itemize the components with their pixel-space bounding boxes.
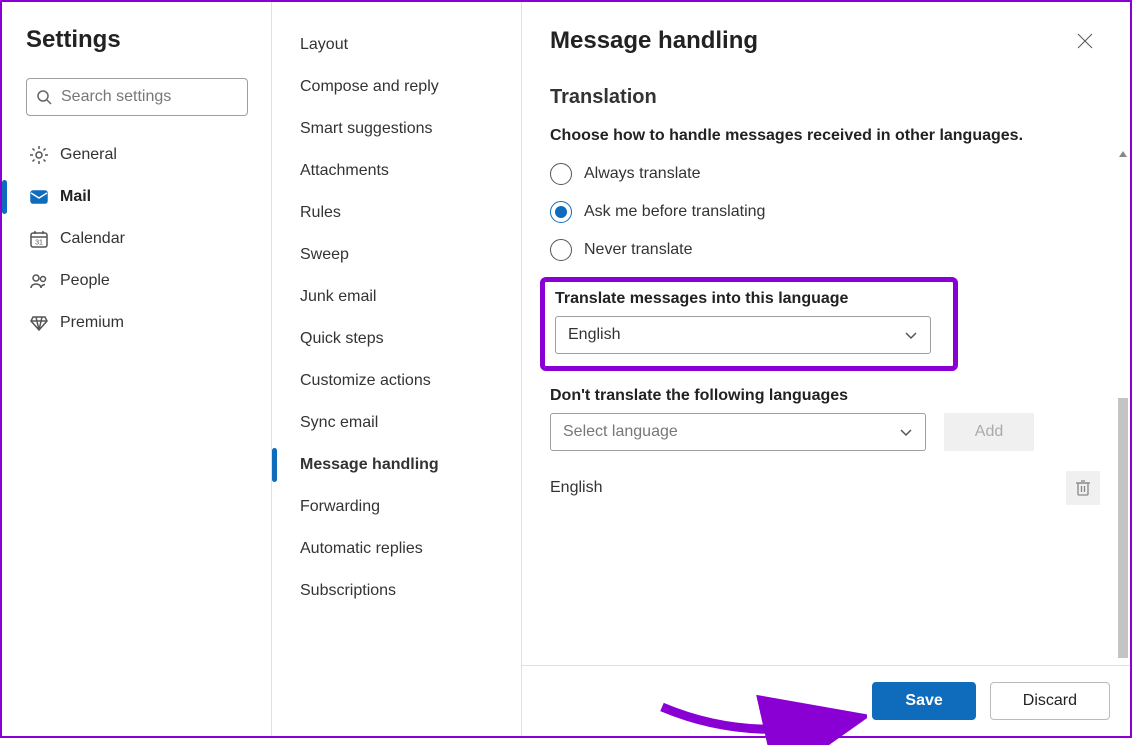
subnav-item-label: Rules [300, 204, 341, 222]
subnav-item-sweep[interactable]: Sweep [290, 234, 503, 276]
trash-icon [1075, 479, 1091, 497]
target-language-label: Translate messages into this language [555, 290, 943, 308]
radio-option-never[interactable]: Never translate [550, 239, 1100, 261]
search-settings-field[interactable] [26, 78, 257, 116]
subnav-item-attachments[interactable]: Attachments [290, 150, 503, 192]
delete-language-button[interactable] [1066, 471, 1100, 505]
panel-footer: Save Discard [522, 665, 1130, 736]
main-panel: Message handling Translation Choose how … [522, 2, 1130, 736]
subnav-item-label: Layout [300, 36, 348, 54]
translation-description: Choose how to handle messages received i… [550, 127, 1100, 145]
subnav-item-label: Junk email [300, 288, 376, 306]
radio-option-always[interactable]: Always translate [550, 163, 1100, 185]
target-language-value: English [568, 326, 620, 344]
close-icon [1077, 33, 1093, 49]
subnav-item-forwarding[interactable]: Forwarding [290, 486, 503, 528]
exclude-language-select[interactable]: Select language [550, 413, 926, 451]
sidebar-item-label: Calendar [60, 230, 125, 248]
gear-icon [28, 144, 50, 166]
subnav-item-subscriptions[interactable]: Subscriptions [290, 570, 503, 612]
radio-icon [550, 201, 572, 223]
radio-option-ask[interactable]: Ask me before translating [550, 201, 1100, 223]
subnav-item-label: Compose and reply [300, 78, 439, 96]
subnav-item-automatic-replies[interactable]: Automatic replies [290, 528, 503, 570]
subnav-item-label: Forwarding [300, 498, 380, 516]
target-language-highlight: Translate messages into this language En… [540, 277, 958, 371]
sidebar-item-label: Mail [60, 188, 91, 206]
radio-icon [550, 239, 572, 261]
subnav-item-label: Attachments [300, 162, 389, 180]
subnav-item-label: Quick steps [300, 330, 384, 348]
settings-title: Settings [26, 26, 257, 54]
subnav-item-sync-email[interactable]: Sync email [290, 402, 503, 444]
sidebar-item-label: General [60, 146, 117, 164]
subnav-item-label: Smart suggestions [300, 120, 433, 138]
subnav-item-label: Message handling [300, 456, 439, 474]
subnav-item-label: Sweep [300, 246, 349, 264]
subnav-item-quick-steps[interactable]: Quick steps [290, 318, 503, 360]
radio-label: Always translate [584, 165, 701, 183]
subnav-item-label: Automatic replies [300, 540, 423, 558]
exclude-language-placeholder: Select language [563, 423, 678, 441]
svg-text:31: 31 [35, 240, 43, 247]
subnav-item-label: Customize actions [300, 372, 431, 390]
target-language-select[interactable]: English [555, 316, 931, 354]
discard-button[interactable]: Discard [990, 682, 1110, 720]
calendar-icon: 31 [28, 228, 50, 250]
search-settings-input[interactable] [26, 78, 248, 116]
subnav-item-rules[interactable]: Rules [290, 192, 503, 234]
subnav-item-message-handling[interactable]: Message handling [290, 444, 503, 486]
sidebar-item-mail[interactable]: Mail [26, 176, 257, 218]
radio-icon [550, 163, 572, 185]
chevron-down-icon [904, 328, 918, 342]
subnav-item-layout[interactable]: Layout [290, 24, 503, 66]
scrollbar-thumb[interactable] [1118, 398, 1128, 658]
subnav-item-smart-suggestions[interactable]: Smart suggestions [290, 108, 503, 150]
settings-sidebar: Settings General Mail 31 Calendar People Prem… [2, 2, 272, 736]
subnav-item-compose-reply[interactable]: Compose and reply [290, 66, 503, 108]
diamond-icon [28, 312, 50, 334]
section-title-translation: Translation [550, 86, 1100, 109]
close-button[interactable] [1070, 26, 1100, 56]
excluded-language-row: English [550, 471, 1100, 505]
subnav-item-customize-actions[interactable]: Customize actions [290, 360, 503, 402]
people-icon [28, 270, 50, 292]
mail-icon [28, 186, 50, 208]
subnav-item-label: Sync email [300, 414, 378, 432]
sidebar-item-premium[interactable]: Premium [26, 302, 257, 344]
save-button[interactable]: Save [872, 682, 975, 720]
mail-subnav: Layout Compose and reply Smart suggestions… [272, 2, 522, 736]
panel-title: Message handling [550, 27, 758, 55]
radio-label: Never translate [584, 241, 693, 259]
add-language-button[interactable]: Add [944, 413, 1034, 451]
excluded-language-name: English [550, 479, 602, 497]
subnav-item-junk-email[interactable]: Junk email [290, 276, 503, 318]
chevron-down-icon [899, 425, 913, 439]
exclude-languages-label: Don't translate the following languages [550, 387, 1100, 405]
search-icon [36, 89, 52, 105]
sidebar-item-label: People [60, 272, 110, 290]
sidebar-item-calendar[interactable]: 31 Calendar [26, 218, 257, 260]
sidebar-item-label: Premium [60, 314, 124, 332]
subnav-item-label: Subscriptions [300, 582, 396, 600]
sidebar-item-general[interactable]: General [26, 134, 257, 176]
sidebar-item-people[interactable]: People [26, 260, 257, 302]
scroll-up-arrow-icon[interactable] [1118, 146, 1128, 156]
radio-label: Ask me before translating [584, 203, 765, 221]
